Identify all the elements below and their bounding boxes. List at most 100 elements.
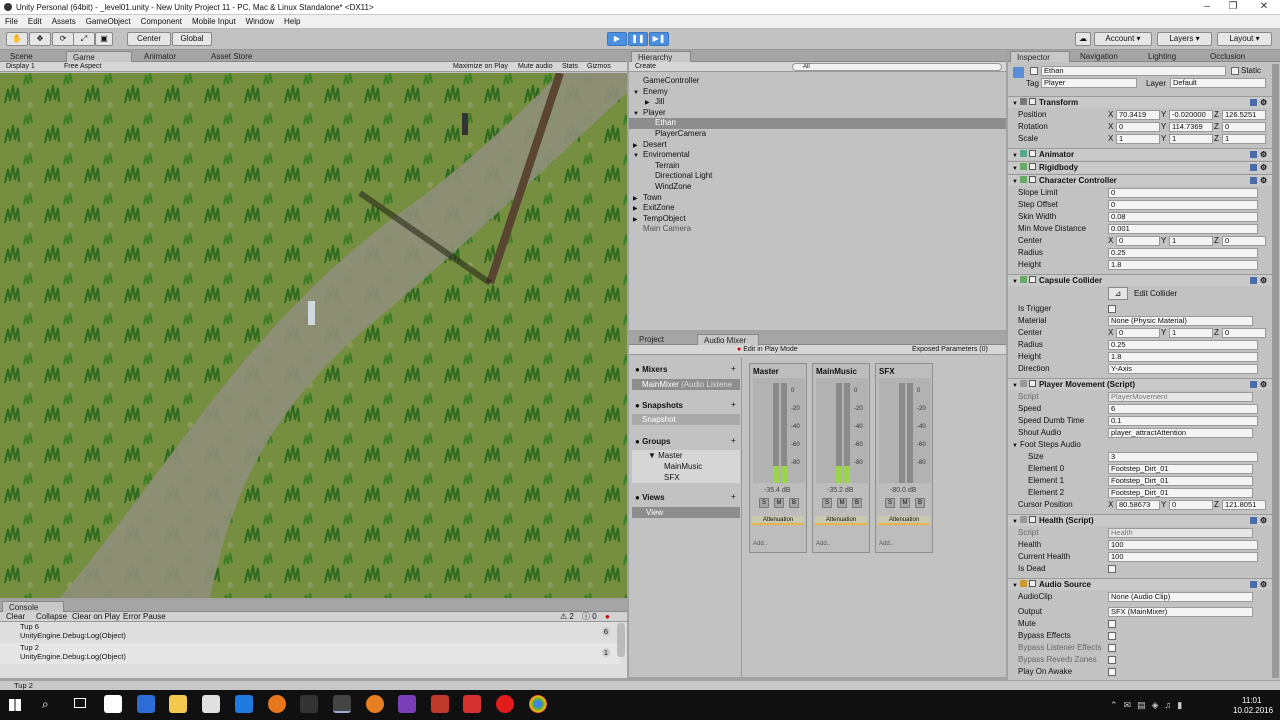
component-enabled-checkbox[interactable] <box>1028 98 1036 105</box>
axis-z-field[interactable]: 0 <box>1222 328 1266 338</box>
tab-game[interactable]: Game <box>66 51 132 62</box>
hierarchy-item[interactable]: ▶ TempObject <box>629 214 1006 225</box>
axis-z-field[interactable]: 1 <box>1222 134 1266 144</box>
property-field[interactable]: player_attractAttention <box>1108 428 1253 438</box>
group-mainmusic[interactable]: MainMusic <box>632 461 740 472</box>
red-app-icon[interactable] <box>431 695 449 713</box>
strip-attenuation[interactable]: Attenuation <box>752 516 804 525</box>
gear-icon[interactable]: ⚙ <box>1260 97 1267 109</box>
property-checkbox[interactable] <box>1108 632 1116 640</box>
menu-file[interactable]: File <box>0 15 23 28</box>
tab-audio-mixer[interactable]: Audio Mixer <box>697 334 759 345</box>
maximize-button[interactable]: ❐ <box>1221 0 1245 15</box>
property-field[interactable]: 100 <box>1108 552 1258 562</box>
property-field[interactable]: Health <box>1108 528 1253 538</box>
display-dropdown[interactable]: Display 1 <box>6 62 35 72</box>
axis-x-field[interactable]: 0 <box>1116 236 1160 246</box>
edge-icon[interactable] <box>235 695 253 713</box>
audio-clip-field[interactable]: Footstep_Dirt_01 <box>1108 488 1253 498</box>
clock-time[interactable]: 11:01 <box>1242 696 1261 705</box>
property-field[interactable]: 0.1 <box>1108 416 1258 426</box>
strip-add-effect[interactable]: Add.. <box>816 541 830 547</box>
tab-project[interactable]: Project <box>633 334 670 345</box>
property-field[interactable]: 6 <box>1108 404 1258 414</box>
axis-x-field[interactable]: 80.58673 <box>1116 500 1160 510</box>
file-explorer-icon[interactable] <box>169 695 187 713</box>
tag-dropdown[interactable]: Player <box>1041 78 1137 88</box>
array-size-field[interactable]: 3 <box>1108 452 1258 462</box>
property-field[interactable]: SFX (MainMixer) <box>1108 607 1253 617</box>
layers-dropdown[interactable]: Layers ▾ <box>1157 32 1212 46</box>
expand-arrow-icon[interactable]: ▼ <box>633 109 643 120</box>
hierarchy-item[interactable]: Main Camera <box>629 224 1006 235</box>
menu-window[interactable]: Window <box>241 15 279 28</box>
windows-start-icon[interactable] <box>9 699 21 711</box>
axis-z-field[interactable]: 0 <box>1222 236 1266 246</box>
axis-z-field[interactable]: 0 <box>1222 122 1266 132</box>
mixer-strip[interactable]: MainMusic 0 -20 -40 -60 -80 -35.2 dB S M B Attenua… <box>812 363 870 553</box>
active-checkbox[interactable] <box>1030 67 1038 75</box>
axis-y-field[interactable]: 1 <box>1169 328 1213 338</box>
add-group-button[interactable]: + <box>731 436 736 445</box>
maximize-on-play-toggle[interactable]: Maximize on Play <box>453 62 508 72</box>
axis-y-field[interactable]: 1 <box>1169 236 1213 246</box>
property-checkbox[interactable] <box>1108 620 1116 628</box>
minimize-button[interactable]: – <box>1195 0 1219 15</box>
console-collapse-button[interactable]: Collapse <box>36 612 67 622</box>
component-enabled-checkbox[interactable] <box>1028 516 1036 523</box>
hierarchy-item[interactable]: Directional Light <box>629 171 1006 182</box>
clock-date[interactable]: 10.02.2016 <box>1233 706 1273 715</box>
tab-navigation[interactable]: Navigation <box>1074 51 1124 62</box>
error-filter-icon[interactable]: ● <box>605 612 610 622</box>
error-count[interactable]: ⓘ 0 <box>582 612 597 622</box>
inspector-scrollbar[interactable] <box>1272 64 1279 678</box>
menu-mobile-input[interactable]: Mobile Input <box>187 15 241 28</box>
strip-attenuation[interactable]: Attenuation <box>815 516 867 525</box>
foldout-arrow-icon[interactable]: ▼ <box>1012 153 1018 159</box>
gear-icon[interactable]: ⚙ <box>1260 175 1267 187</box>
property-checkbox[interactable] <box>1108 656 1116 664</box>
property-field[interactable]: 0.25 <box>1108 340 1258 350</box>
exposed-parameters-dropdown[interactable]: Exposed Parameters (0) <box>912 345 988 355</box>
search-icon[interactable]: ⌕ <box>42 697 49 712</box>
rotate-tool-icon[interactable]: ⟳ <box>52 32 74 46</box>
hierarchy-item[interactable]: ▶ Jill <box>629 97 1006 108</box>
property-checkbox[interactable] <box>1108 565 1116 573</box>
foldout-arrow-icon[interactable]: ▼ <box>1012 383 1018 389</box>
red-app-icon-2[interactable] <box>463 695 481 713</box>
hierarchy-item[interactable]: ▼ Player <box>629 108 1006 119</box>
axis-x-field[interactable]: 70.3419 <box>1116 110 1160 120</box>
axis-y-field[interactable]: 114.7369 <box>1169 122 1213 132</box>
unity-taskbar-icon[interactable] <box>333 695 351 713</box>
strip-m-button[interactable]: M <box>900 498 910 508</box>
layout-dropdown[interactable]: Layout ▾ <box>1217 32 1272 46</box>
tray-icons[interactable]: ⌃✉▤◈♫▮ <box>1110 700 1188 711</box>
static-checkbox[interactable] <box>1231 67 1239 75</box>
group-sfx[interactable]: SFX <box>632 472 740 483</box>
property-checkbox[interactable] <box>1108 668 1116 676</box>
hierarchy-item[interactable]: ▶ Desert <box>629 140 1006 151</box>
property-field[interactable]: 0.25 <box>1108 248 1258 258</box>
tab-occlusion[interactable]: Occlusion <box>1204 51 1251 62</box>
property-field[interactable]: 1.8 <box>1108 260 1258 270</box>
pivot-center-button[interactable]: Center <box>127 32 171 46</box>
axis-x-field[interactable]: 0 <box>1116 328 1160 338</box>
rigidbody-component[interactable]: ▼ Rigidbody ⚙ <box>1008 161 1272 173</box>
aspect-dropdown[interactable]: Free Aspect <box>64 62 101 72</box>
property-field[interactable]: None (Physic Material) <box>1108 316 1253 326</box>
axis-x-field[interactable]: 0 <box>1116 122 1160 132</box>
strip-s-button[interactable]: S <box>885 498 895 508</box>
component-enabled-checkbox[interactable] <box>1028 276 1036 283</box>
component-settings-icon[interactable] <box>1250 381 1257 388</box>
hierarchy-item[interactable]: GameController <box>629 76 1006 87</box>
component-enabled-checkbox[interactable] <box>1028 150 1036 157</box>
player-movement-component[interactable]: ▼ Player Movement (Script) ⚙ <box>1008 378 1272 390</box>
property-field[interactable]: 0.08 <box>1108 212 1258 222</box>
strip-b-button[interactable]: B <box>852 498 862 508</box>
axis-y-field[interactable]: 1 <box>1169 134 1213 144</box>
component-settings-icon[interactable] <box>1250 99 1257 106</box>
mixer-strip[interactable]: Master 0 -20 -40 -60 -80 -35.4 dB S M B Attenuatio… <box>749 363 807 553</box>
firefox-icon[interactable] <box>268 695 286 713</box>
foldout-arrow-icon[interactable]: ▼ <box>1012 519 1018 525</box>
audio-clip-field[interactable]: Footstep_Dirt_01 <box>1108 464 1253 474</box>
